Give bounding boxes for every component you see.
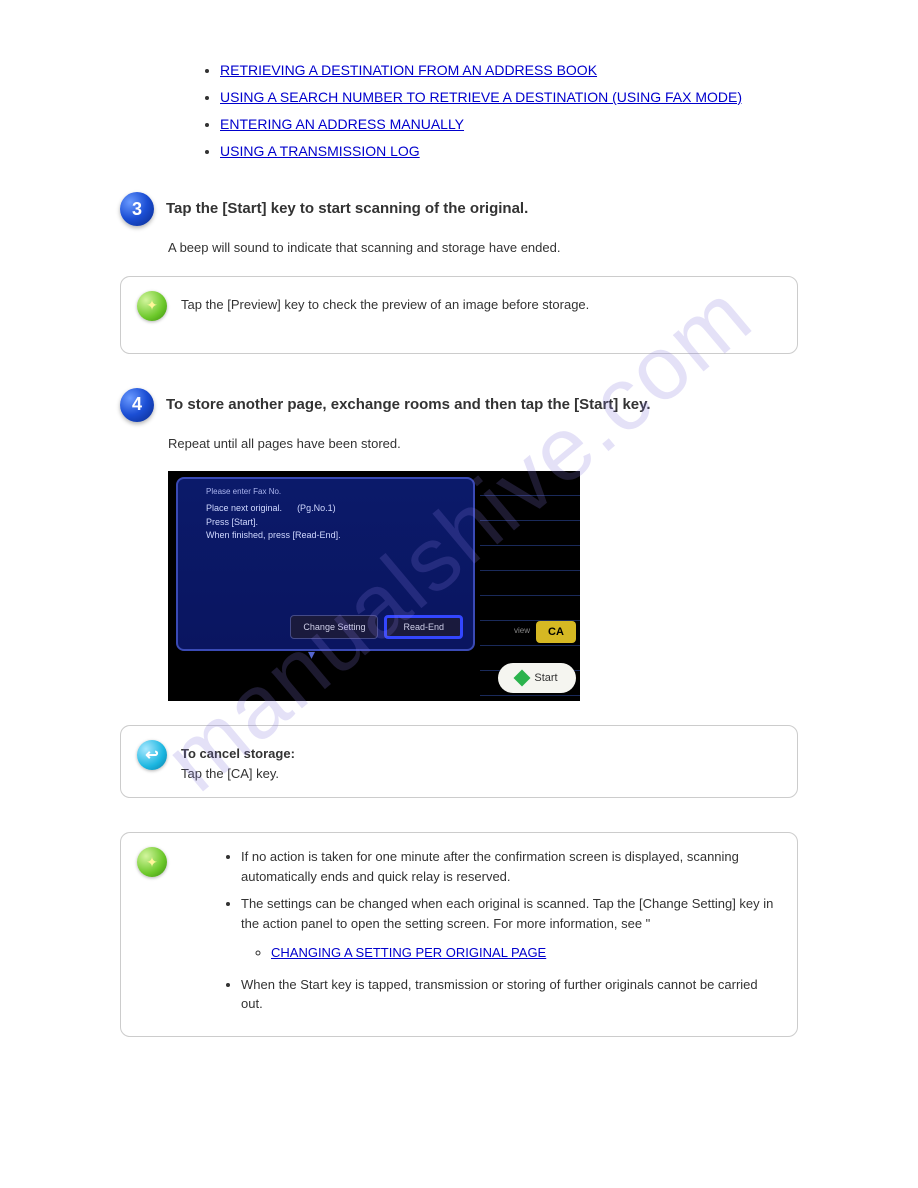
tip-icon-2 — [137, 847, 167, 877]
step-3-title: Tap the [Start] key to start scanning of… — [166, 192, 528, 219]
cancel-note-title: To cancel storage: — [181, 746, 295, 761]
link-address-book[interactable]: RETRIEVING A DESTINATION FROM AN ADDRESS… — [220, 62, 597, 78]
note-preview: Tap the [Preview] key to check the previ… — [120, 276, 798, 354]
step-3-badge: 3 — [120, 192, 154, 226]
step-3: 3 Tap the [Start] key to start scanning … — [120, 192, 798, 226]
tip-icon — [137, 291, 167, 321]
start-label: Start — [534, 672, 557, 684]
info-icon — [137, 740, 167, 770]
link-transmission-log[interactable]: USING A TRANSMISSION LOG — [220, 143, 420, 159]
final-item-2: The settings can be changed when each or… — [241, 894, 781, 963]
link-search-number[interactable]: USING A SEARCH NUMBER TO RETRIEVE A DEST… — [220, 89, 742, 105]
link-manual-address[interactable]: ENTERING AN ADDRESS MANUALLY — [220, 116, 464, 132]
start-icon — [514, 670, 531, 687]
step-4-badge: 4 — [120, 388, 154, 422]
final-item-3: When the Start key is tapped, transmissi… — [241, 975, 781, 1014]
step-4-desc: Repeat until all pages have been stored. — [168, 434, 798, 454]
preview-label: view — [514, 626, 530, 635]
step-4-title: To store another page, exchange rooms an… — [166, 388, 651, 415]
cancel-note: To cancel storage: Tap the [CA] key. — [120, 725, 798, 798]
read-end-button[interactable]: Read-End — [384, 615, 463, 639]
link-list: RETRIEVING A DESTINATION FROM AN ADDRESS… — [220, 60, 798, 162]
step-4: 4 To store another page, exchange rooms … — [120, 388, 798, 422]
cancel-note-text: Tap the [CA] key. — [181, 766, 279, 781]
change-setting-button[interactable]: Change Setting — [290, 615, 378, 639]
note-preview-text: Tap the [Preview] key to check the previ… — [181, 291, 589, 315]
modal-line2: Press [Start]. — [206, 517, 258, 527]
final-item-1: If no action is taken for one minute aft… — [241, 847, 781, 886]
final-note-box: If no action is taken for one minute aft… — [120, 832, 798, 1037]
modal-line1a: Place next original. — [206, 503, 282, 513]
modal-line3: When finished, press [Read-End]. — [206, 530, 341, 540]
modal-line1b: (Pg.No.1) — [297, 503, 336, 513]
link-change-setting[interactable]: CHANGING A SETTING PER ORIGINAL PAGE — [271, 945, 546, 960]
start-button[interactable]: Start — [498, 663, 576, 693]
device-screenshot: Please enter Fax No. Place next original… — [168, 471, 798, 701]
caret-icon: ▾ — [308, 646, 315, 663]
step-3-desc: A beep will sound to indicate that scann… — [168, 238, 798, 258]
ca-button[interactable]: CA — [536, 621, 576, 643]
modal-header: Please enter Fax No. — [206, 487, 445, 496]
